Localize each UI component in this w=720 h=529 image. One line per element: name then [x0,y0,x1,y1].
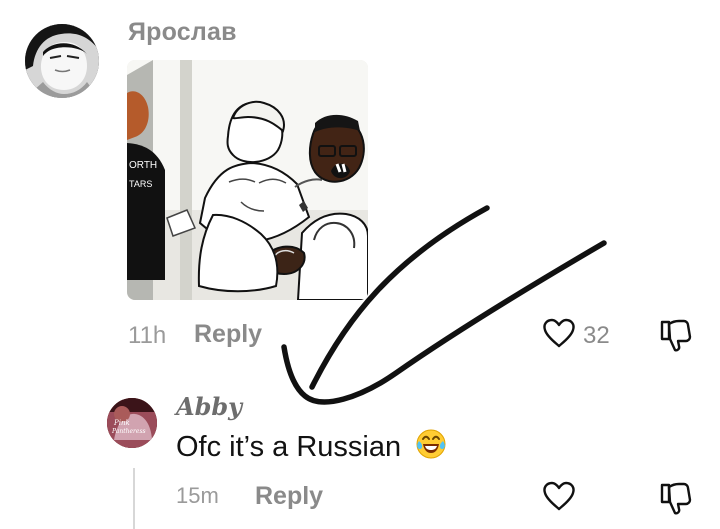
reply-thread-line [133,468,135,529]
reply-dislike-button[interactable] [656,479,694,517]
dislike-button[interactable] [656,316,694,354]
svg-text:ORTH: ORTH [129,160,157,171]
reply-reply-button[interactable]: Reply [255,482,323,511]
meme-illustration: ORTH TARS [127,60,368,300]
comment-timestamp: 11h [128,322,167,349]
reply-comment-text: Ofc it’s a Russian [176,428,447,468]
user-avatar[interactable] [25,24,99,98]
svg-text:TARS: TARS [129,179,152,189]
laughing-tears-emoji-svg [416,429,446,459]
thumbs-down-outline-icon [660,482,692,515]
reply-username[interactable]: Abby [176,392,242,421]
reply-timestamp: 15m [176,483,219,508]
thumbs-down-outline-icon [660,319,692,352]
reply-like-button[interactable] [542,480,576,514]
reply-user-avatar[interactable]: Pink Pantheress [107,398,157,448]
heart-outline-icon [543,481,575,511]
svg-text:Pink: Pink [113,419,130,427]
avatar-anime-character-image [25,24,99,98]
comment-username[interactable]: Ярослав [128,18,237,47]
like-count: 32 [583,322,610,349]
heart-outline-icon [543,318,575,348]
avatar-pink-photo-image: Pink Pantheress [107,398,157,448]
comment-attachment-image[interactable]: ORTH TARS [127,60,368,300]
svg-text:Pantheress: Pantheress [111,428,146,435]
comment-reply-button[interactable]: Reply [194,320,262,349]
reply-comment-text-content: Ofc it’s a Russian [176,431,402,463]
laughing-tears-emoji-icon [415,428,447,468]
like-button[interactable] [542,317,576,351]
